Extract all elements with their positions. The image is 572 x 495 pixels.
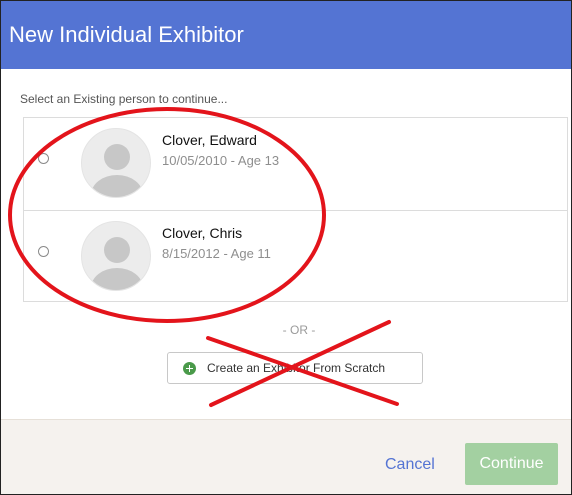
plus-circle-icon <box>183 362 196 375</box>
person-name: Clover, Edward <box>162 132 257 148</box>
default-avatar-icon <box>91 144 143 197</box>
new-exhibitor-dialog: New Individual Exhibitor Select an Exist… <box>0 0 572 495</box>
dialog-footer: Cancel Continue <box>1 419 571 494</box>
person-dob-age: 8/15/2012 - Age 11 <box>162 246 271 261</box>
person-row[interactable]: Clover, Chris 8/15/2012 - Age 11 <box>24 211 567 303</box>
avatar <box>81 128 151 198</box>
person-list: Clover, Edward 10/05/2010 - Age 13 Clove… <box>23 117 568 302</box>
default-avatar-icon <box>91 237 143 290</box>
avatar <box>81 221 151 291</box>
or-separator: - OR - <box>282 323 316 337</box>
person-radio[interactable] <box>38 153 49 164</box>
instruction-text: Select an Existing person to continue... <box>20 92 228 106</box>
cancel-button[interactable]: Cancel <box>385 456 435 474</box>
create-from-scratch-button[interactable]: Create an Exhibitor From Scratch <box>167 352 423 384</box>
dialog-header: New Individual Exhibitor <box>1 1 571 69</box>
create-button-label: Create an Exhibitor From Scratch <box>207 361 386 375</box>
dialog-title: New Individual Exhibitor <box>9 22 244 47</box>
continue-button[interactable]: Continue <box>465 443 558 485</box>
person-dob-age: 10/05/2010 - Age 13 <box>162 153 280 168</box>
person-name: Clover, Chris <box>162 225 243 241</box>
person-row[interactable]: Clover, Edward 10/05/2010 - Age 13 <box>24 118 567 211</box>
person-radio[interactable] <box>38 246 49 257</box>
